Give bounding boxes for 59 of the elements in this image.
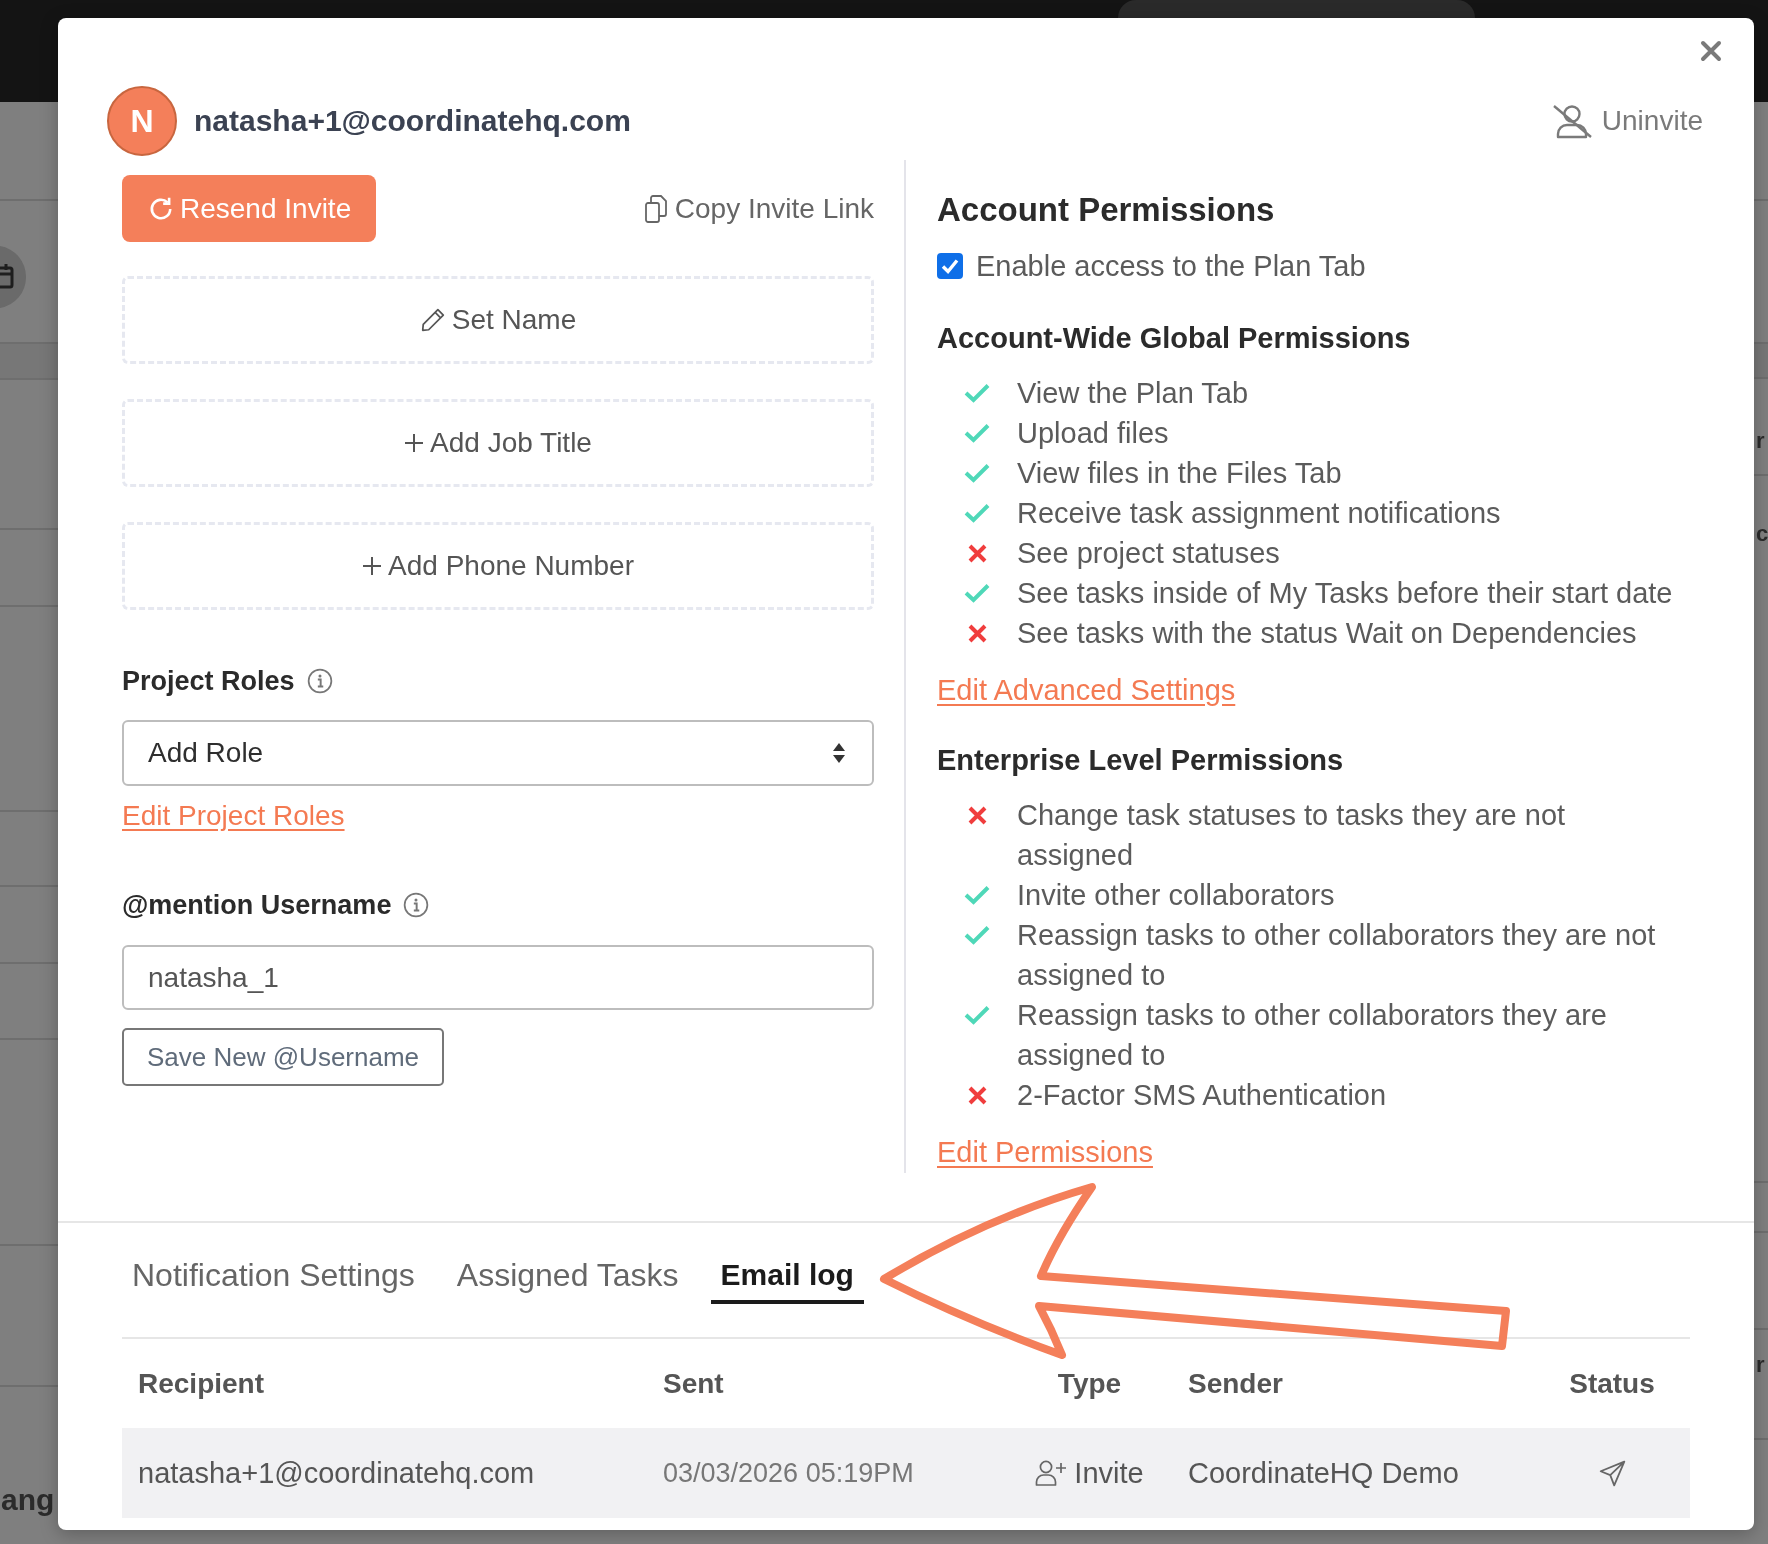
save-username-button[interactable]: Save New @Username bbox=[122, 1028, 445, 1086]
tab[interactable]: Assigned Tasks bbox=[446, 1258, 689, 1304]
checkbox[interactable] bbox=[937, 253, 963, 279]
section-heading: Enterprise Level Permissions bbox=[937, 743, 1344, 778]
field-label: Project Roles bbox=[122, 665, 295, 698]
permission-label: Upload files bbox=[1017, 416, 1169, 451]
background-text: ang bbox=[1, 1483, 55, 1517]
field-label: @mention Username bbox=[122, 889, 392, 922]
info-icon bbox=[306, 668, 333, 694]
uninvite-button[interactable]: Uninvite bbox=[1550, 103, 1703, 139]
info-icon bbox=[403, 892, 430, 918]
section-title: Account Permissions bbox=[937, 190, 1275, 230]
add-field-button[interactable]: Add Job Title bbox=[122, 399, 874, 487]
permission-label: Change task statuses to tasks they are not assigned bbox=[1017, 798, 1567, 873]
column-header: Status bbox=[1569, 1367, 1655, 1400]
add-field-button[interactable]: Set Name bbox=[122, 276, 874, 364]
add-field-button[interactable]: Add Phone Number bbox=[122, 522, 874, 610]
table-cell: natasha+1@coordinatehq.com bbox=[138, 1456, 535, 1490]
permission-label: See tasks with the status Wait on Dependencies bbox=[1017, 616, 1637, 651]
permission-label: Reassign tasks to other collaborators they are not assigned to bbox=[1017, 918, 1657, 993]
section-heading: Account-Wide Global Permissions bbox=[937, 321, 1411, 356]
table-cell: Invite bbox=[1074, 1456, 1144, 1490]
role-select[interactable]: Add Role bbox=[122, 720, 874, 786]
table-cell: 03/03/2026 05:19PM bbox=[663, 1457, 914, 1489]
background-text: c bbox=[1756, 520, 1768, 548]
username-input[interactable]: natasha_1 bbox=[122, 945, 874, 1010]
table-cell: CoordinateHQ Demo bbox=[1188, 1456, 1459, 1490]
permission-label: Reassign tasks to other collaborators they are assigned to bbox=[1017, 998, 1608, 1073]
permission-label: See tasks inside of My Tasks before their start date bbox=[1017, 576, 1673, 611]
permission-label: See project statuses bbox=[1017, 536, 1280, 571]
pencil-icon bbox=[419, 307, 446, 333]
checkbox-label: Enable access to the Plan Tab bbox=[976, 249, 1366, 284]
copy-icon bbox=[644, 194, 667, 223]
tab[interactable]: Notification Settings bbox=[122, 1258, 425, 1304]
column-header: Sender bbox=[1188, 1367, 1283, 1400]
column-header: Sent bbox=[663, 1367, 724, 1400]
background-text: r bbox=[1756, 1351, 1766, 1379]
user-email: natasha+1@coordinatehq.com bbox=[194, 104, 631, 138]
paper-plane-icon bbox=[1598, 1459, 1626, 1487]
tab[interactable]: Email log bbox=[710, 1258, 864, 1304]
permission-label: View files in the Files Tab bbox=[1017, 456, 1342, 491]
background-text: r bbox=[1756, 427, 1766, 455]
search-field[interactable] bbox=[1118, 0, 1475, 18]
permission-label: Invite other collaborators bbox=[1017, 878, 1335, 913]
column-header: Type bbox=[1057, 1367, 1122, 1400]
sort-icon bbox=[832, 742, 846, 764]
close-icon bbox=[1700, 40, 1722, 62]
permission-label: View the Plan Tab bbox=[1017, 376, 1249, 411]
column-header: Recipient bbox=[138, 1367, 265, 1400]
user-plus-icon bbox=[1035, 1460, 1067, 1486]
refresh-icon bbox=[148, 195, 174, 222]
permission-label: Receive task assignment notifications bbox=[1017, 496, 1501, 531]
plus-icon bbox=[362, 556, 383, 576]
avatar: N bbox=[107, 86, 177, 156]
calendar-icon bbox=[0, 246, 26, 308]
permission-label: 2-Factor SMS Authentication bbox=[1017, 1078, 1387, 1113]
plus-icon bbox=[404, 433, 425, 453]
copy-invite-link-button[interactable]: Copy Invite Link bbox=[644, 192, 874, 225]
close-button[interactable] bbox=[1700, 40, 1722, 62]
